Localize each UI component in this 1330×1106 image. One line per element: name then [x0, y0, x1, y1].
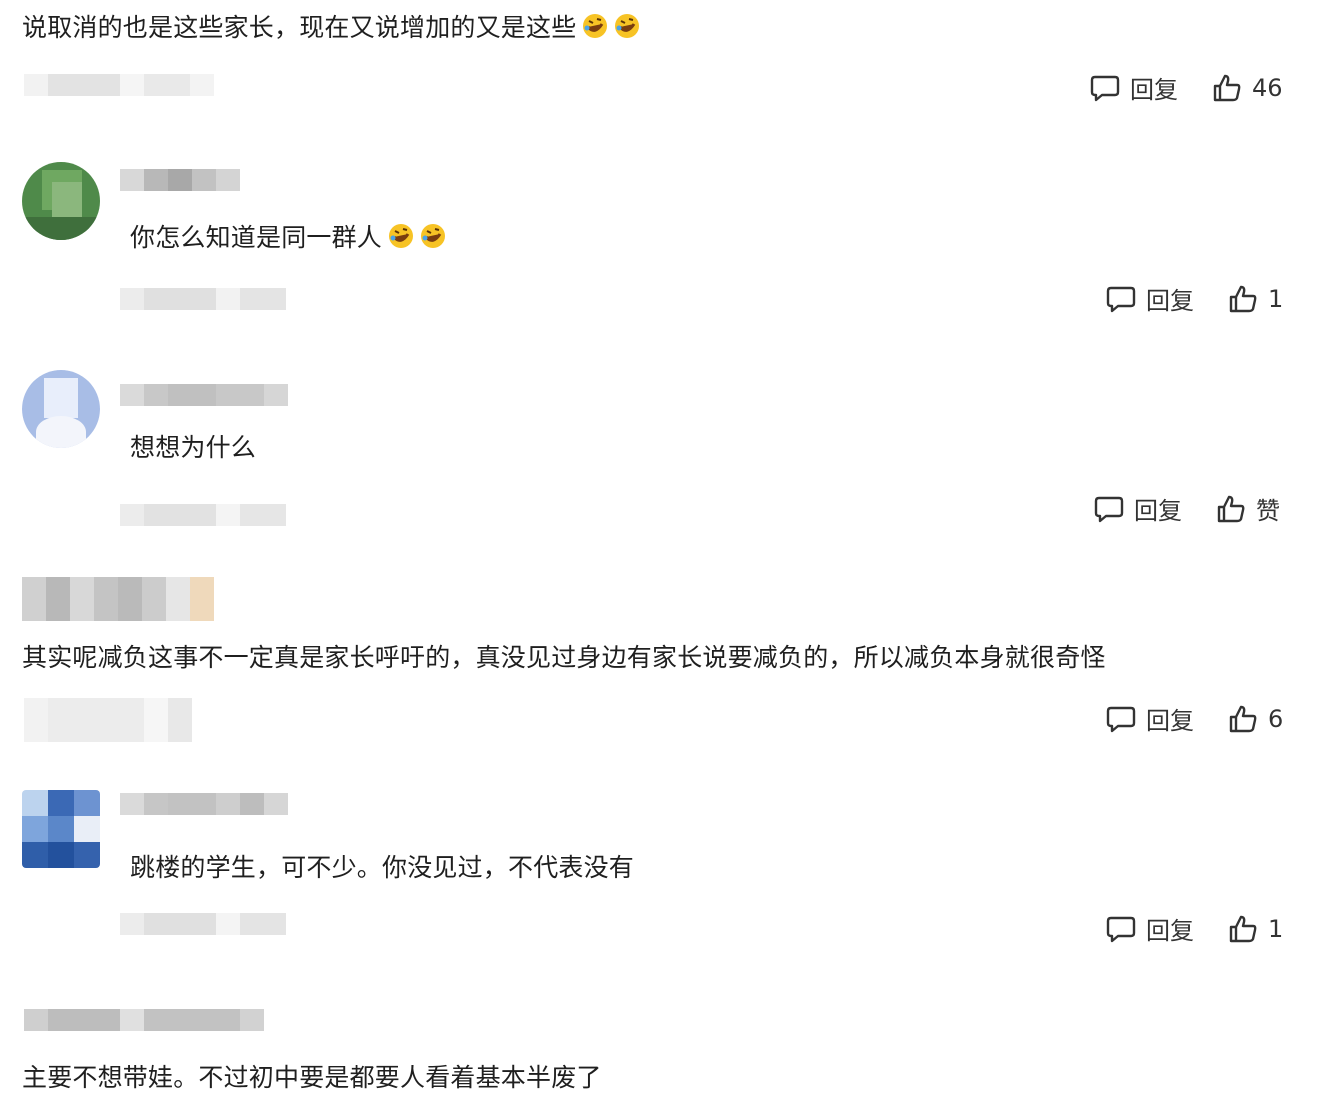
thumbs-up-icon [1228, 704, 1258, 734]
rofl-emoji-icon [420, 223, 446, 257]
comment-text: 说取消的也是这些家长，现在又说增加的又是这些 [22, 12, 640, 47]
like-count: 1 [1268, 284, 1284, 313]
thumbs-up-icon [1216, 494, 1246, 524]
like-button[interactable]: 1 [1228, 284, 1283, 314]
comment-actions: 回复 1 [1106, 281, 1283, 316]
blurred-username [22, 577, 214, 621]
avatar[interactable] [22, 162, 100, 240]
comment-actions: 回复 6 [1106, 701, 1283, 736]
like-button[interactable]: 1 [1228, 914, 1283, 944]
speech-bubble-icon [1106, 704, 1136, 734]
reply-label: 回复 [1146, 287, 1194, 315]
comment-actions: 回复 赞 [1094, 491, 1280, 526]
like-button[interactable]: 6 [1228, 704, 1283, 734]
blurred-meta [24, 74, 214, 96]
comment-body: 你怎么知道是同一群人 [130, 223, 383, 252]
like-count: 赞 [1256, 497, 1280, 525]
rofl-emoji-icon [614, 13, 640, 47]
rofl-emoji-icon [388, 223, 414, 257]
comment-actions: 回复 46 [1090, 70, 1283, 105]
rofl-emoji-icon [582, 13, 608, 47]
avatar[interactable] [22, 790, 100, 868]
like-count: 1 [1268, 914, 1284, 943]
reply-label: 回复 [1146, 707, 1194, 735]
comment-body: 想想为什么 [130, 433, 257, 462]
like-count: 46 [1252, 73, 1283, 102]
blurred-username [120, 169, 240, 191]
reply-button[interactable]: 回复 [1106, 281, 1194, 316]
comment-body: 跳楼的学生，可不少。你没见过，不代表没有 [130, 853, 635, 882]
blurred-meta [120, 504, 286, 526]
reply-label: 回复 [1134, 497, 1182, 525]
blurred-username [120, 384, 288, 406]
comment-text: 你怎么知道是同一群人 [130, 222, 446, 257]
blurred-meta [120, 913, 286, 935]
reply-button[interactable]: 回复 [1094, 491, 1182, 526]
reply-button[interactable]: 回复 [1106, 911, 1194, 946]
like-button[interactable]: 46 [1212, 73, 1283, 103]
like-button[interactable]: 赞 [1216, 491, 1280, 526]
thumbs-up-icon [1228, 284, 1258, 314]
comment-text: 其实呢减负这事不一定真是家长呼吁的，真没见过身边有家长说要减负的，所以减负本身就… [22, 642, 1106, 674]
comment-body: 主要不想带娃。不过初中要是都要人看着基本半废了 [22, 1063, 602, 1092]
blurred-meta [24, 698, 192, 742]
thumbs-up-icon [1228, 914, 1258, 944]
speech-bubble-icon [1106, 914, 1136, 944]
comment-body: 其实呢减负这事不一定真是家长呼吁的，真没见过身边有家长说要减负的，所以减负本身就… [22, 643, 1106, 672]
blurred-username [120, 793, 288, 815]
comment-text: 想想为什么 [130, 432, 256, 464]
speech-bubble-icon [1106, 284, 1136, 314]
comment-text: 跳楼的学生，可不少。你没见过，不代表没有 [130, 852, 634, 884]
comment-actions: 回复 1 [1106, 911, 1283, 946]
comment-body: 说取消的也是这些家长，现在又说增加的又是这些 [22, 13, 577, 42]
reply-button[interactable]: 回复 [1090, 70, 1178, 105]
comment-list: 说取消的也是这些家长，现在又说增加的又是这些 回复 46 你怎么知道是同一群人 … [0, 0, 1330, 1106]
speech-bubble-icon [1090, 73, 1120, 103]
thumbs-up-icon [1212, 73, 1242, 103]
avatar[interactable] [22, 370, 100, 448]
blurred-username [24, 1009, 264, 1031]
reply-button[interactable]: 回复 [1106, 701, 1194, 736]
reply-label: 回复 [1146, 917, 1194, 945]
like-count: 6 [1268, 704, 1284, 733]
speech-bubble-icon [1094, 494, 1124, 524]
blurred-meta [120, 288, 286, 310]
comment-text: 主要不想带娃。不过初中要是都要人看着基本半废了 [22, 1062, 602, 1094]
reply-label: 回复 [1130, 76, 1178, 104]
